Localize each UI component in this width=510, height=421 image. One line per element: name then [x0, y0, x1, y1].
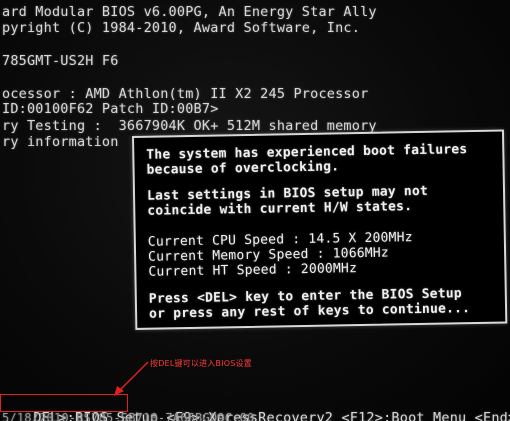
current-ht-speed: Current HT Speed : 2000MHz: [148, 261, 358, 280]
processor-line: ocessor : AMD Athlon(tm) II X2 245 Proce…: [2, 86, 369, 102]
bios-id-string: 5/18/2010-RS785-SB710-7A66BG09C-00: [2, 411, 255, 421]
board-model: 785GMT-US2H F6: [2, 53, 119, 69]
overclock-warning-dialog: The system has experienced boot failures…: [132, 129, 508, 330]
cpu-id-line: ID:00100F62 Patch ID:00B7>: [2, 101, 219, 117]
warning-line-2: because of overclocking.: [146, 159, 340, 178]
annotation-label: 按DEL键可以进入BIOS设置: [150, 359, 252, 368]
memory-information-line: ry information: [2, 134, 119, 150]
bios-copyright-line: pyright (C) 1984-2010, Award Software, I…: [2, 20, 361, 36]
bios-post-screen: ard Modular BIOS v6.00PG, An Energy Star…: [0, 0, 510, 421]
memory-testing-line: ry Testing : 3667904K OK+ 512M shared me…: [2, 118, 377, 134]
annotation-arrow-icon: [114, 361, 149, 396]
warning-line-4: coincide with current H/W states.: [147, 199, 413, 219]
bios-vendor-line: ard Modular BIOS v6.00PG, An Energy Star…: [2, 4, 377, 20]
